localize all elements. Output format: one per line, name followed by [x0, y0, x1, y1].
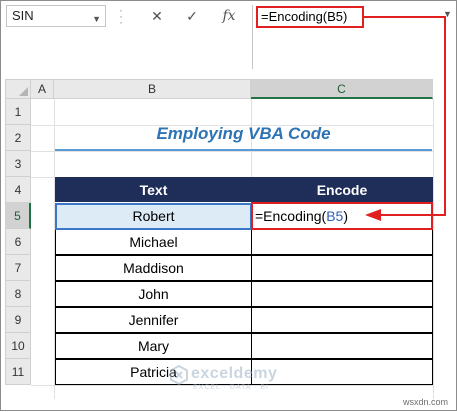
name-box-value: SIN [12, 8, 34, 23]
row-header-10[interactable]: 10 [5, 333, 31, 359]
row-header-5[interactable]: 5 [5, 203, 31, 229]
watermark: exceldemy EXCEL · DATA · BI [169, 363, 329, 397]
row-header-4[interactable]: 4 [5, 177, 31, 203]
row-header-6[interactable]: 6 [5, 229, 31, 255]
cell-c5-editor[interactable]: =Encoding(B5) [251, 202, 433, 230]
chevron-down-icon[interactable]: ▼ [92, 9, 101, 29]
title-underline [55, 149, 432, 151]
row-header-1[interactable]: 1 [5, 99, 31, 125]
column-header-a[interactable]: A [31, 79, 54, 99]
exceldemy-logo-icon [170, 365, 188, 385]
name-box[interactable]: SIN ▼ [6, 5, 106, 27]
site-watermark: wsxdn.com [402, 397, 448, 407]
row-header-3[interactable]: 3 [5, 151, 31, 177]
cell-c10[interactable] [251, 333, 433, 359]
row-header-9[interactable]: 9 [5, 307, 31, 333]
sheet-title: Employing VBA Code [156, 124, 331, 143]
select-all-corner[interactable] [5, 79, 31, 99]
header-text[interactable]: Text [55, 177, 252, 202]
insert-function-button[interactable]: fx [219, 6, 239, 26]
edit-ref: B5 [326, 208, 344, 224]
gridline [31, 151, 433, 152]
enter-button[interactable]: ✓ [182, 6, 202, 26]
formula-text[interactable]: =Encoding(B5) [256, 6, 364, 28]
cell-b8[interactable]: John [55, 281, 252, 307]
range-highlight-b5 [55, 203, 252, 230]
cell-c7[interactable] [251, 255, 433, 281]
cell-c6[interactable] [251, 229, 433, 255]
cancel-button[interactable]: ✕ [147, 6, 167, 26]
cell-b7[interactable]: Maddison [55, 255, 252, 281]
cell-c8[interactable] [251, 281, 433, 307]
column-header-b[interactable]: B [54, 79, 251, 99]
cell-c9[interactable] [251, 307, 433, 333]
watermark-brand: exceldemy [191, 365, 278, 382]
cell-b6[interactable]: Michael [55, 229, 252, 255]
row-header-7[interactable]: 7 [5, 255, 31, 281]
row-header-8[interactable]: 8 [5, 281, 31, 307]
gridline [433, 99, 434, 399]
chevron-down-icon[interactable]: ▼ [443, 9, 452, 19]
edit-suffix: ) [343, 208, 349, 224]
select-all-icon [19, 87, 28, 96]
edit-prefix: =Encoding( [255, 208, 327, 224]
excel-window: SIN ▼ · · · ✕ ✓ fx =Encoding(B5) ▼ A B C 1… [0, 0, 457, 411]
header-encode[interactable]: Encode [251, 177, 433, 202]
watermark-tagline: EXCEL · DATA · BI [193, 384, 269, 391]
column-header-c[interactable]: C [251, 79, 433, 99]
cell-b9[interactable]: Jennifer [55, 307, 252, 333]
cell-b10[interactable]: Mary [55, 333, 252, 359]
row-header-2[interactable]: 2 [5, 125, 31, 151]
grip-icon[interactable]: · · · [118, 4, 124, 28]
row-header-11[interactable]: 11 [5, 359, 31, 385]
